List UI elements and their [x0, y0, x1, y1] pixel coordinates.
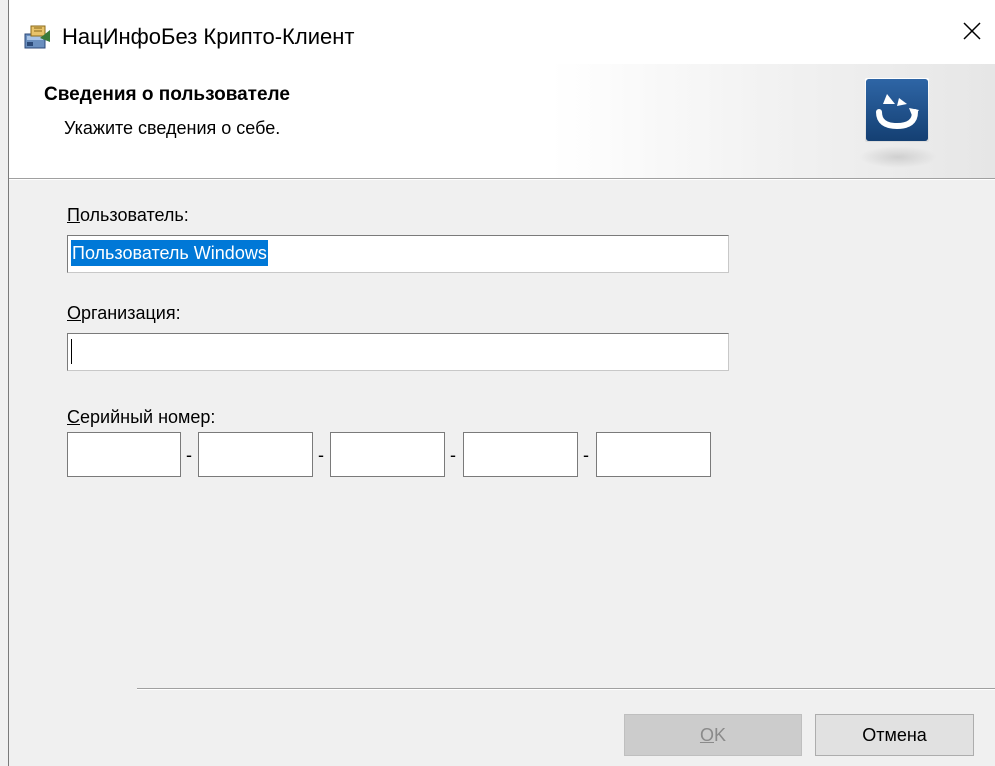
cancel-button[interactable]: Отмена: [815, 714, 974, 756]
serial-segment-5[interactable]: [596, 432, 711, 477]
installer-package-icon: [23, 22, 51, 50]
ok-button-access-key: O: [699, 724, 714, 745]
text-caret: [71, 339, 72, 364]
organization-input[interactable]: [67, 333, 729, 371]
serial-label-text: ерийный номер:: [80, 407, 216, 427]
header-banner: Сведения о пользователе Укажите сведения…: [9, 64, 995, 178]
serial-segment-3[interactable]: [330, 432, 445, 477]
logo-reflection: [859, 146, 937, 168]
title-bar[interactable]: НацИнфоБез Крипто-Клиент: [9, 0, 995, 64]
serial-label-access-key: С: [67, 407, 80, 427]
window-title: НацИнфоБез Крипто-Клиент: [62, 24, 355, 49]
user-label-access-key: П: [67, 205, 80, 225]
organization-label-text: рганизация:: [81, 303, 181, 323]
serial-segment-4[interactable]: [463, 432, 578, 477]
header-divider-highlight: [9, 179, 995, 180]
close-button[interactable]: [949, 10, 995, 56]
serial-separator: -: [318, 445, 324, 465]
serial-segment-1[interactable]: [67, 432, 181, 477]
user-name-input[interactable]: Пользователь Windows: [67, 235, 729, 273]
installer-dialog: НацИнфоБез Крипто-Клиент Сведения о поль…: [0, 0, 995, 766]
serial-separator: -: [583, 445, 589, 465]
brand-logo-icon: [865, 78, 929, 142]
organization-label: Организация:: [67, 303, 181, 324]
serial-label: Серийный номер:: [67, 407, 215, 428]
user-name-value: Пользователь Windows: [71, 240, 268, 266]
user-label-text: ользователь:: [79, 205, 189, 225]
serial-segment-2[interactable]: [198, 432, 313, 477]
footer-divider-highlight: [137, 689, 995, 690]
page-title: Сведения о пользователе: [44, 84, 290, 105]
serial-separator: -: [450, 445, 456, 465]
ok-button-label: K: [714, 724, 727, 745]
serial-separator: -: [186, 445, 192, 465]
organization-label-access-key: О: [67, 303, 82, 323]
ok-button[interactable]: OK: [624, 714, 802, 756]
page-subtitle: Укажите сведения о себе.: [64, 118, 281, 138]
close-icon: [962, 21, 982, 46]
user-label: Пользователь:: [67, 205, 189, 226]
